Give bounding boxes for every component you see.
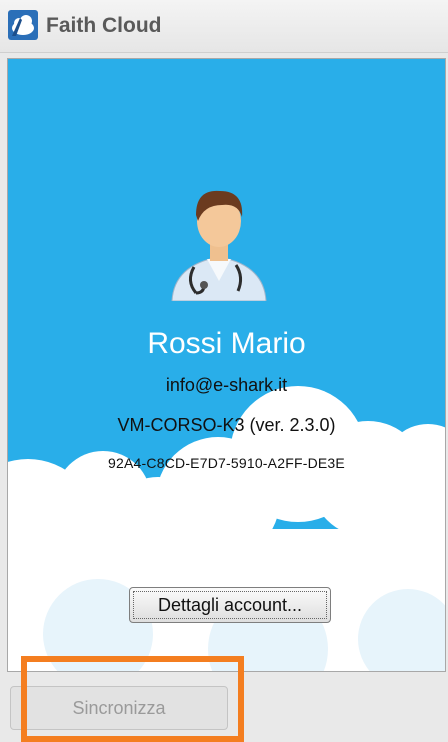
profile-panel: Rossi Mario info@e-shark.it VM-CORSO-K3 … xyxy=(7,58,446,672)
account-details-button[interactable]: Dettagli account... xyxy=(129,587,331,623)
clouds-background xyxy=(8,386,445,671)
cloud-app-icon xyxy=(8,10,38,40)
account-details-label: Dettagli account... xyxy=(133,591,327,619)
user-name: Rossi Mario xyxy=(147,327,306,360)
window-title: Faith Cloud xyxy=(46,14,162,37)
machine-version: VM-CORSO-K3 (ver. 2.3.0) xyxy=(117,415,336,435)
license-key: 92A4-C8CD-E7D7-5910-A2FF-DE3E xyxy=(108,455,345,471)
sync-button[interactable]: Sincronizza xyxy=(10,686,228,730)
user-email: info@e-shark.it xyxy=(165,375,288,395)
doctor-avatar-icon xyxy=(171,190,267,301)
title-bar: Faith Cloud xyxy=(0,0,448,53)
